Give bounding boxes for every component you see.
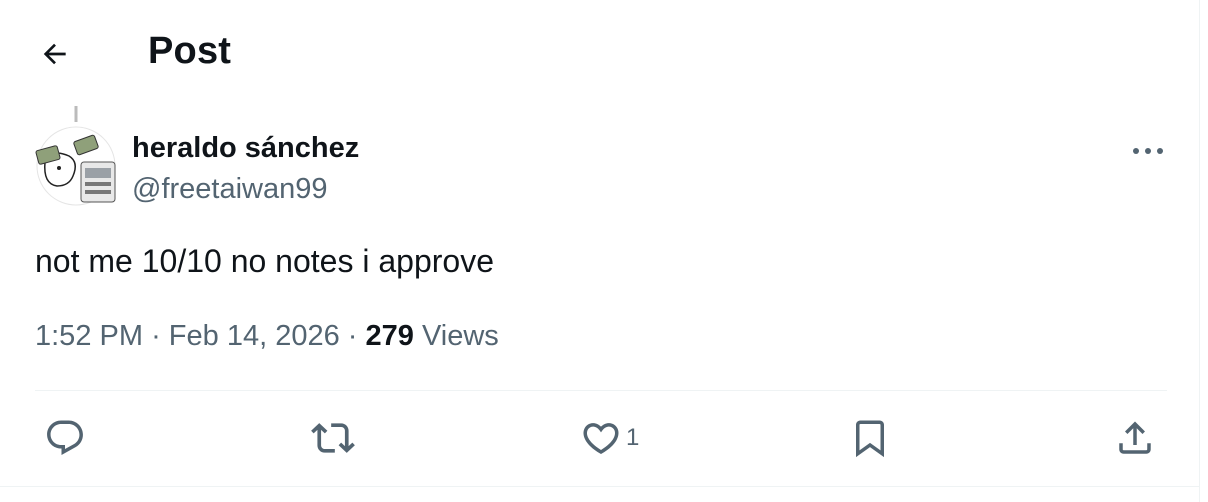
author-handle[interactable]: @freetaiwan99 xyxy=(132,173,328,206)
post-date[interactable]: Feb 14, 2026 xyxy=(169,320,340,352)
post-time[interactable]: 1:52 PM xyxy=(35,320,143,352)
post-header: Post xyxy=(0,0,1200,106)
divider xyxy=(35,390,1167,391)
views-label: Views xyxy=(421,320,499,352)
reply-button[interactable] xyxy=(44,416,86,460)
repost-button[interactable] xyxy=(311,416,355,460)
share-icon xyxy=(1119,421,1151,454)
reply-icon xyxy=(47,420,83,455)
heart-icon xyxy=(583,423,619,455)
share-button[interactable] xyxy=(1114,416,1156,460)
more-options-button[interactable] xyxy=(1128,136,1168,166)
meta-separator: · xyxy=(151,320,161,352)
bookmark-button[interactable] xyxy=(849,416,891,460)
page-title: Post xyxy=(148,30,232,72)
arrow-left-icon xyxy=(43,43,66,65)
divider xyxy=(0,486,1200,487)
author-display-name[interactable]: heraldo sánchez xyxy=(132,132,359,165)
back-button[interactable] xyxy=(35,34,75,74)
more-horizontal-icon xyxy=(1133,148,1163,154)
post-text: not me 10/10 no notes i approve xyxy=(35,243,494,279)
views-count: 279 xyxy=(365,320,414,352)
like-button[interactable]: 1 xyxy=(580,416,639,460)
post-metadata: 1:52 PM · Feb 14, 2026 · 279 Views xyxy=(35,320,499,353)
repost-icon xyxy=(311,423,355,453)
avatar[interactable] xyxy=(35,104,117,208)
bookmark-icon xyxy=(856,420,884,458)
like-count: 1 xyxy=(626,424,640,451)
meta-separator: · xyxy=(347,320,358,352)
